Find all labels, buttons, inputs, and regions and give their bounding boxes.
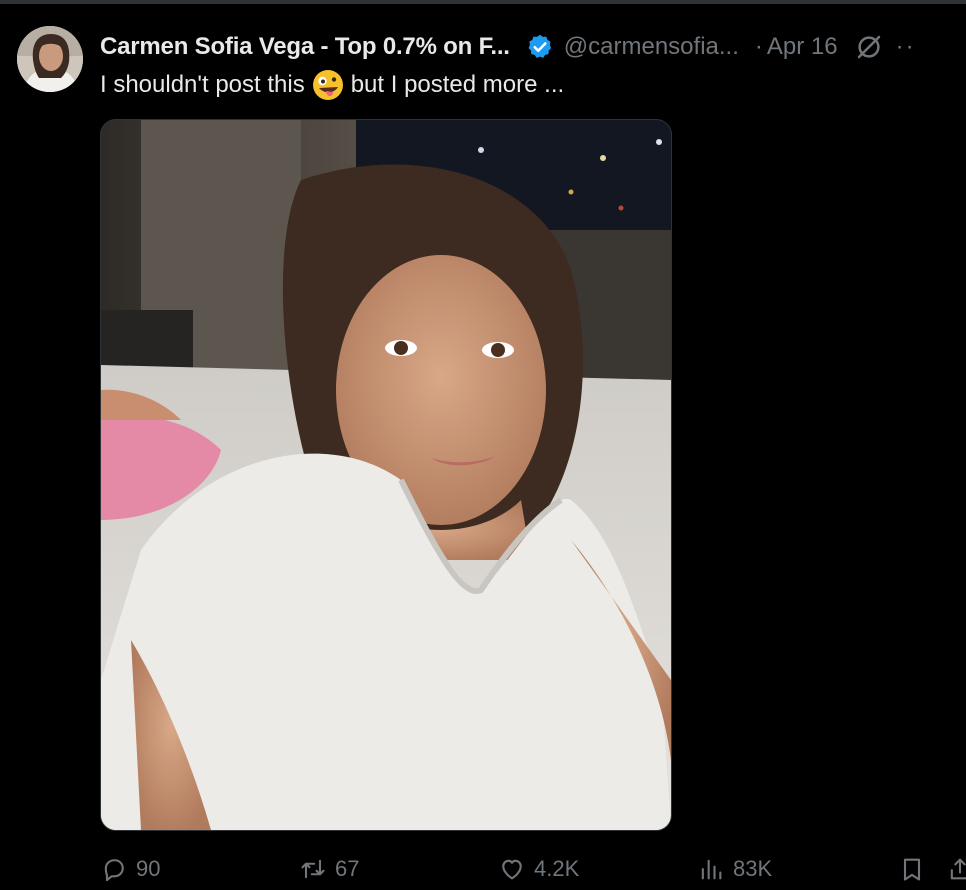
grok-icon[interactable] — [854, 32, 884, 62]
action-bar: 90 67 4.2K 83K — [100, 852, 966, 886]
bookmark-button[interactable] — [898, 855, 934, 883]
reply-count: 90 — [136, 856, 161, 881]
verified-badge-icon — [526, 33, 554, 61]
avatar[interactable] — [17, 26, 83, 92]
reply-icon — [104, 859, 124, 882]
post-date[interactable]: Apr 16 — [767, 33, 838, 61]
views-icon — [701, 859, 722, 880]
repost-count: 67 — [335, 856, 360, 881]
repost-button[interactable]: 67 — [299, 855, 359, 883]
like-button[interactable]: 4.2K — [498, 855, 579, 883]
author-handle[interactable]: @carmensofia... — [564, 33, 739, 61]
post-image[interactable] — [100, 119, 672, 831]
zany-face-emoji-icon — [312, 69, 344, 101]
more-options-icon[interactable]: ·· — [896, 33, 916, 61]
repost-icon — [301, 859, 325, 879]
views-count: 83K — [733, 856, 773, 881]
like-icon — [502, 859, 522, 880]
share-button[interactable] — [946, 855, 966, 883]
post-text-before: I shouldn't post this — [100, 71, 305, 98]
tweet-header: Carmen Sofia Vega - Top 0.7% on F... @ca… — [100, 30, 966, 64]
bookmark-icon — [903, 858, 921, 881]
tweet[interactable]: Carmen Sofia Vega - Top 0.7% on F... @ca… — [0, 4, 966, 890]
post-text: I shouldn't post this but I posted more … — [100, 68, 564, 102]
views-button[interactable]: 83K — [697, 855, 772, 883]
reply-button[interactable]: 90 — [100, 855, 160, 883]
post-text-after: but I posted more ... — [350, 71, 565, 98]
like-count: 4.2K — [534, 856, 580, 881]
author-name[interactable]: Carmen Sofia Vega - Top 0.7% on F... — [100, 33, 510, 61]
separator-dot: · — [754, 33, 763, 60]
share-icon — [950, 858, 966, 880]
